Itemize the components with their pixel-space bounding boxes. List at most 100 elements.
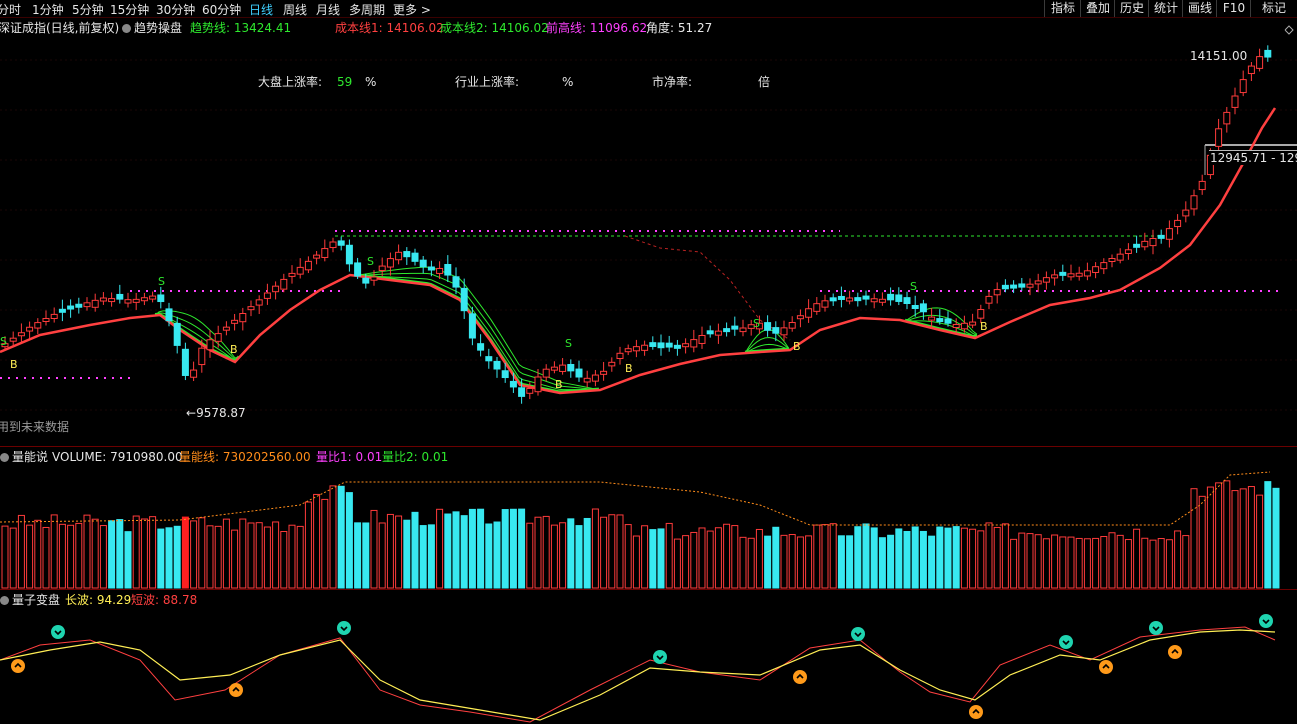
volume-bar (796, 536, 804, 589)
volume-bar (1001, 523, 1009, 589)
market-rise-label: 大盘上涨率: (258, 75, 323, 89)
volume-bar (501, 509, 509, 589)
buy-signal-marker: B (980, 320, 988, 333)
volume-bar (534, 516, 542, 589)
candle-body (34, 322, 42, 329)
volume-bar (124, 531, 132, 589)
candle-body (698, 335, 706, 344)
candle-body (682, 343, 690, 348)
sell-point-icon (1059, 635, 1073, 649)
volume-bar (477, 508, 485, 589)
candle-body (460, 287, 468, 312)
candle-body (632, 346, 640, 352)
candle-body (1059, 271, 1067, 276)
volume-bar (878, 537, 886, 589)
volume-bar (993, 526, 1001, 589)
volume-bar (731, 525, 739, 589)
candle-body (452, 276, 460, 288)
volume-bar (1198, 495, 1206, 589)
sell-signal-marker: S (367, 255, 374, 268)
candle-body (354, 262, 362, 277)
candle-body (1198, 180, 1206, 191)
settings-dot-icon (122, 24, 131, 33)
pb-unit: 倍 (758, 75, 771, 89)
volume-bar (837, 535, 845, 589)
volume-bar (362, 522, 370, 589)
candle-body (272, 285, 280, 293)
volume-bar (1133, 528, 1141, 589)
volume-bar (870, 527, 878, 589)
volume-bar (1124, 539, 1132, 589)
short-wave-value: 短波: 88.78 (131, 593, 198, 607)
candle-body (788, 322, 796, 329)
candle-body (181, 348, 189, 376)
candle-body (313, 254, 321, 259)
volume-bar (887, 534, 895, 589)
volume-bar (493, 521, 501, 589)
volume-ratio2-value: 量比2: 0.01 (382, 450, 449, 464)
energy-line-value: 量能线: 730202560.00 (179, 450, 311, 464)
kline-chart-canvas[interactable]: SSSSSSBBBBBB (0, 0, 1297, 724)
candle-body (485, 356, 493, 362)
quantum-indicator-text: 量子变盘 (12, 593, 61, 607)
volume-bar (452, 511, 460, 589)
candle-body (993, 289, 1001, 296)
pb-label: 市净率: (652, 75, 693, 89)
volume-bar (1108, 532, 1116, 589)
volume-bar (1264, 481, 1272, 589)
volume-bar (427, 524, 435, 589)
volume-bar (846, 535, 854, 589)
candle-body (108, 298, 116, 303)
volume-bar (764, 535, 772, 589)
candle-body (116, 293, 124, 300)
volume-bar (108, 520, 116, 589)
panel-divider-1 (0, 446, 1297, 447)
volume-bar (99, 525, 107, 589)
volume-bar (911, 526, 919, 589)
volume-bar (1190, 488, 1198, 589)
candle-body (821, 300, 829, 308)
high-price-label: 14151.00 (1190, 49, 1248, 63)
volume-bar (1067, 536, 1075, 589)
volume-bar (444, 513, 452, 589)
panel-divider-2 (0, 589, 1297, 590)
market-rise-unit: % (365, 75, 377, 89)
volume-bar (567, 518, 575, 589)
candle-body (641, 344, 649, 351)
volume-indicator-name[interactable]: 量能说 (0, 450, 48, 464)
volume-bar (116, 519, 124, 589)
candle-body (1034, 280, 1042, 285)
candle-body (1190, 195, 1198, 210)
volume-bar (436, 508, 444, 589)
volume-bar (600, 516, 608, 589)
volume-bar (1059, 536, 1067, 589)
quantum-indicator-name[interactable]: 量子变盘 (0, 593, 60, 607)
volume-bar (395, 515, 403, 589)
candle-body (1067, 273, 1075, 278)
candle-body (731, 325, 739, 330)
volume-bar (1100, 536, 1108, 589)
candle-body (1133, 243, 1141, 248)
settings-dot-icon (0, 596, 9, 605)
buy-point-icon (1168, 645, 1182, 659)
volume-bar (288, 524, 296, 589)
candle-body (624, 348, 632, 353)
candle-body (231, 319, 239, 324)
buy-point-icon (793, 670, 807, 684)
candle-body (206, 339, 214, 351)
candle-body (542, 368, 550, 378)
volume-bar (1092, 537, 1100, 589)
sell-point-icon (1149, 621, 1163, 635)
candle-body (870, 298, 878, 303)
volume-bar (616, 514, 624, 589)
candle-body (1092, 266, 1100, 273)
candle-body (649, 342, 657, 347)
candle-body (1083, 270, 1091, 277)
indicator-name-text: 趋势操盘 (134, 21, 183, 35)
volume-bar (386, 513, 394, 589)
candle-body (805, 308, 813, 318)
volume-bar (985, 522, 993, 589)
candle-body (173, 322, 181, 346)
volume-bar (149, 516, 157, 589)
indicator-name[interactable]: 趋势操盘 (122, 21, 182, 35)
